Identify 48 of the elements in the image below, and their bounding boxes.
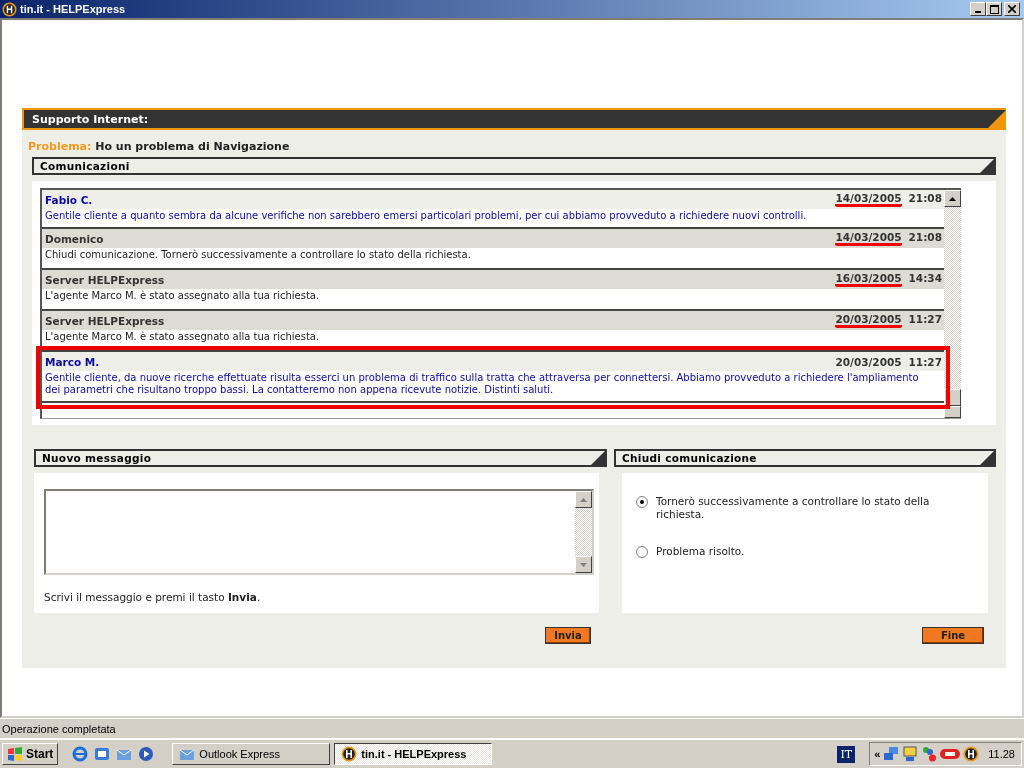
message-date: 20/03/2005	[835, 355, 902, 368]
instruction-text: Scrivi il messaggio e premi il tasto Invia.	[44, 591, 262, 603]
taskbar-button[interactable]: tin.it - HELPExpress	[334, 743, 493, 765]
message-time: 11:27	[908, 313, 942, 327]
panel-title: Nuovo messaggio	[42, 452, 152, 464]
language-indicator[interactable]: IT	[837, 745, 856, 763]
status-text: Operazione completata	[2, 722, 116, 735]
app-logo-icon	[341, 746, 358, 762]
window-title: tin.it - HELPExpress	[20, 3, 127, 15]
maximize-button[interactable]	[986, 2, 1002, 16]
message-input-field[interactable]	[44, 489, 594, 575]
option-label: Tornerò successivamente a controllare lo stato della richiesta.	[656, 495, 931, 521]
problem-text: Problema: Ho un problema di Navigazione	[27, 139, 291, 155]
start-button[interactable]: Start	[2, 743, 59, 765]
windows-flag-icon	[7, 747, 23, 761]
taskbar-button[interactable]: Outlook Express	[172, 743, 331, 765]
radio-button[interactable]	[636, 496, 648, 508]
app-tray-icon	[963, 746, 980, 762]
radio-button[interactable]	[636, 546, 648, 558]
close-button[interactable]	[1004, 2, 1020, 16]
scrollbar[interactable]	[944, 190, 961, 418]
message-author: Marco M.	[45, 355, 100, 368]
finish-button[interactable]: Fine	[922, 627, 984, 644]
message-author: Server HELPExpress	[45, 314, 165, 327]
message-author: Server HELPExpress	[45, 273, 165, 286]
panel-title: Comunicazioni	[40, 160, 130, 172]
send-button[interactable]: Invia	[545, 627, 591, 644]
message-author: Fabio C.	[45, 193, 93, 206]
play-icon[interactable]	[138, 746, 155, 762]
corner-triangle	[988, 110, 1006, 128]
maximize-icon	[989, 4, 999, 14]
scroll-down-icon[interactable]	[580, 562, 587, 567]
section-header: Supporto Internet:	[22, 108, 1006, 130]
message-time: 21:08	[908, 192, 942, 206]
message-time: 21:08	[908, 231, 942, 245]
network-icon[interactable]	[883, 746, 900, 762]
option-label: Problema risolto.	[656, 545, 745, 558]
tray-expand-button[interactable]: «	[874, 748, 881, 760]
panel-title: Chiudi comunicazione	[622, 452, 757, 464]
monitor-icon[interactable]	[902, 746, 919, 762]
clock: 11.28	[988, 748, 1015, 760]
message-author: Domenico	[45, 232, 104, 245]
close-icon	[1008, 5, 1016, 13]
scroll-up-icon[interactable]	[949, 196, 956, 201]
message-time: 11:27	[908, 355, 942, 368]
minimize-button[interactable]	[970, 2, 986, 16]
browser-icon[interactable]	[72, 746, 89, 762]
message-time: 14:34	[908, 272, 942, 286]
